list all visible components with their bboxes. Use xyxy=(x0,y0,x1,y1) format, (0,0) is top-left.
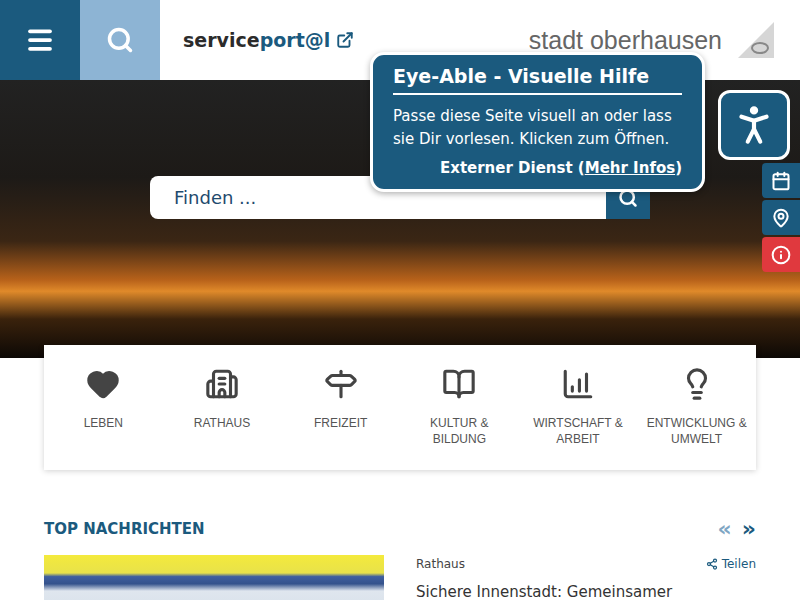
news-item[interactable]: Rathaus Teilen Sichere Innenstadt: Gemeins… xyxy=(44,555,756,600)
news-title[interactable]: Sichere Innenstadt: Gemeinsamer xyxy=(416,583,756,600)
category-item[interactable]: FREIZEIT xyxy=(281,367,400,470)
lightbulb-icon xyxy=(680,367,714,401)
category-label: KULTUR & BILDUNG xyxy=(409,415,509,447)
top-news: TOP NACHRICHTEN«»RathausTeilenSichere In… xyxy=(0,470,800,600)
menu-button[interactable] xyxy=(0,0,80,80)
menu-icon xyxy=(25,25,55,55)
share-button[interactable]: Teilen xyxy=(706,557,756,571)
tooltip-text: Passe diese Seite visuell an oder lass s… xyxy=(393,105,682,151)
news-image xyxy=(44,555,384,600)
external-link-icon xyxy=(336,31,354,49)
eye-able-tooltip[interactable]: Eye-Able - Visuelle Hilfe Passe diese Sei… xyxy=(370,52,705,192)
category-item[interactable]: LEBEN xyxy=(44,367,163,470)
search-icon xyxy=(106,26,134,54)
accessibility-icon xyxy=(729,100,779,150)
share-icon xyxy=(706,558,718,570)
more-info-link[interactable]: Mehr Infos xyxy=(585,159,675,177)
news-pager: «» xyxy=(718,516,756,541)
category-label: RATHAUS xyxy=(194,415,250,431)
side-tool-button[interactable] xyxy=(762,163,800,198)
category-item[interactable]: WIRTSCHAFT & ARBEIT xyxy=(519,367,638,470)
side-tool-button[interactable] xyxy=(762,237,800,272)
side-tool-button[interactable] xyxy=(762,200,800,235)
category-label: LEBEN xyxy=(84,415,123,431)
search-toggle[interactable] xyxy=(80,0,160,80)
category-label: FREIZEIT xyxy=(314,415,367,431)
building-icon xyxy=(205,367,239,401)
news-heading: TOP NACHRICHTEN xyxy=(44,520,205,538)
signpost-icon xyxy=(324,367,358,401)
news-text: Rathaus Teilen Sichere Innenstadt: Gemeins… xyxy=(416,555,756,600)
tooltip-title: Eye-Able - Visuelle Hilfe xyxy=(393,65,682,95)
news-category: Rathaus xyxy=(416,557,465,571)
news-meta: Rathaus Teilen xyxy=(416,557,756,571)
side-tools xyxy=(762,163,800,272)
pager-button[interactable]: « xyxy=(718,516,732,541)
category-nav: LEBEN RATHAUS FREIZEIT KULTUR & BILDUNG WIRT… xyxy=(44,345,756,470)
news-header: TOP NACHRICHTEN«» xyxy=(44,516,756,541)
category-item[interactable]: RATHAUS xyxy=(163,367,282,470)
book-icon xyxy=(442,367,476,401)
eye-able-button[interactable] xyxy=(718,90,790,160)
category-label: WIRTSCHAFT & ARBEIT xyxy=(528,415,628,447)
pager-button[interactable]: » xyxy=(742,516,756,541)
chart-icon xyxy=(561,367,595,401)
tooltip-footer: Externer Dienst (Mehr Infos) xyxy=(393,159,682,177)
serviceportal-link[interactable]: serviceport@l xyxy=(160,0,354,80)
category-item[interactable]: ENTWICKLUNG & UMWELT xyxy=(637,367,756,470)
location-icon xyxy=(771,208,791,228)
calendar-icon xyxy=(771,171,791,191)
info-icon xyxy=(771,245,791,265)
category-label: ENTWICKLUNG & UMWELT xyxy=(647,415,747,447)
category-item[interactable]: KULTUR & BILDUNG xyxy=(400,367,519,470)
city-logo-icon xyxy=(736,20,776,60)
page: serviceport@lstadt oberhausenEye-Able - … xyxy=(0,0,800,600)
heart-icon xyxy=(86,367,120,401)
